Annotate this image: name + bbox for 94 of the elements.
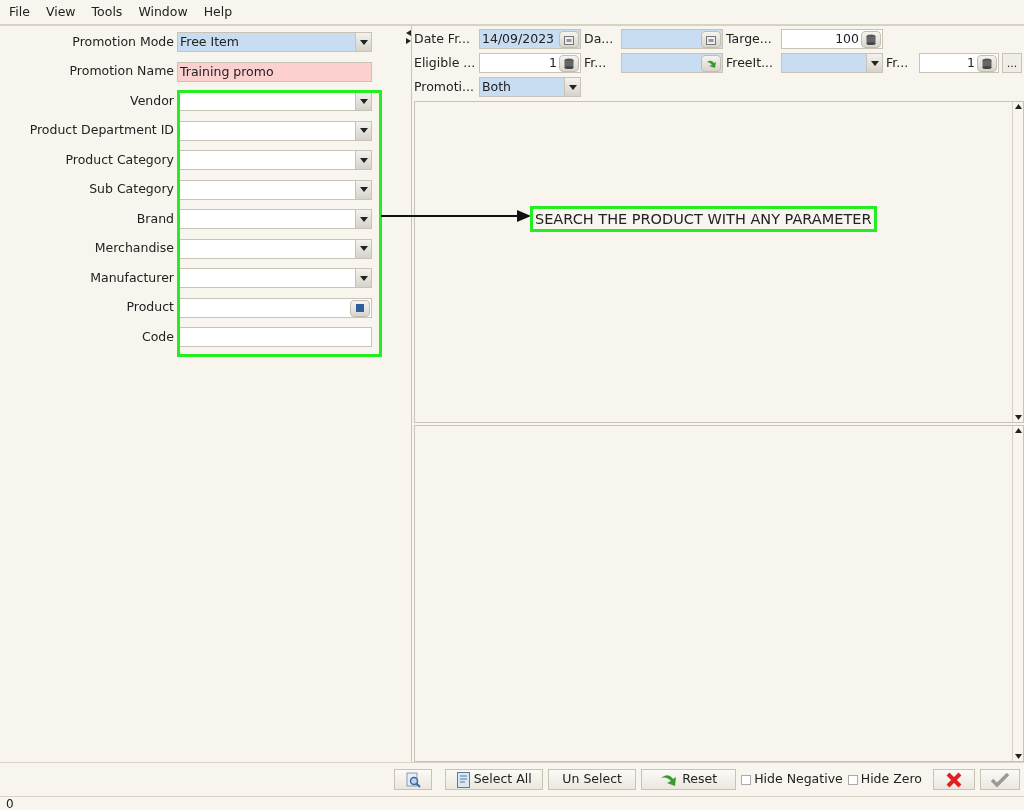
field-label: Fr... — [584, 53, 608, 72]
field-label: Product — [125, 298, 175, 317]
unselect-button[interactable]: Un Select — [548, 769, 637, 790]
menu-item[interactable]: File — [9, 2, 30, 22]
dropdown-button[interactable] — [355, 151, 371, 169]
input-field[interactable] — [621, 53, 723, 73]
field-label: Manufacturer — [89, 268, 175, 287]
caret-icon — [359, 98, 368, 104]
close-icon — [946, 771, 962, 788]
caret-icon — [870, 60, 879, 66]
menu-item[interactable]: View — [45, 2, 76, 22]
input-field[interactable]: 1 — [919, 53, 999, 73]
caret-icon — [568, 84, 577, 90]
field-label: Targe... — [726, 29, 773, 48]
scroll-down-icon — [1014, 754, 1022, 759]
more-button[interactable]: ... — [1002, 53, 1022, 73]
menu-item[interactable]: Help — [203, 2, 233, 22]
scrollbar[interactable] — [1012, 426, 1023, 761]
input-field[interactable] — [177, 209, 372, 229]
input-field[interactable] — [177, 179, 372, 200]
dropdown-button[interactable] — [355, 269, 371, 287]
caret-icon — [359, 187, 368, 192]
zoom-button[interactable] — [394, 769, 433, 790]
caret-icon — [359, 246, 368, 251]
input-field[interactable]: 14/09/2023 — [479, 29, 581, 49]
dropdown-button[interactable] — [355, 180, 371, 199]
field-label: Date Fr... — [414, 29, 472, 48]
field-button[interactable] — [701, 55, 721, 72]
field-button[interactable] — [701, 31, 721, 48]
field-button[interactable] — [861, 31, 881, 48]
field-button[interactable] — [977, 55, 997, 72]
status-text: 0 — [6, 797, 14, 810]
field-label: Promoti... — [414, 77, 475, 96]
cancel-button[interactable] — [933, 769, 975, 790]
scroll-down-icon — [1014, 415, 1022, 420]
dropdown-button[interactable] — [355, 121, 371, 140]
input-field[interactable]: Both — [479, 77, 581, 97]
caret-icon — [359, 216, 368, 222]
field-label: FreeIt... — [726, 53, 775, 72]
input-field[interactable] — [177, 238, 372, 259]
scroll-up-icon — [1014, 428, 1022, 433]
dropdown-button[interactable] — [866, 54, 882, 72]
input-field[interactable] — [177, 327, 372, 347]
input-field[interactable] — [781, 53, 883, 73]
dropdown-button[interactable] — [564, 78, 580, 96]
field-label: Code — [141, 327, 175, 346]
magnifier-icon — [405, 771, 422, 788]
field-label: Da... — [584, 29, 615, 48]
input-field[interactable] — [177, 150, 372, 170]
curved-arrow-icon — [705, 58, 717, 69]
field-label: Product Department ID — [28, 121, 175, 140]
scroll-up-icon — [1014, 104, 1022, 109]
caret-icon — [359, 128, 368, 133]
select-all-button[interactable]: Select All — [445, 769, 544, 790]
scrollbar[interactable] — [1012, 102, 1023, 422]
calendar-icon — [706, 34, 716, 45]
reset-button[interactable]: Reset — [641, 769, 737, 790]
dropdown-button[interactable] — [355, 33, 371, 51]
field-label: Fr... — [886, 53, 910, 72]
input-field[interactable]: 1 — [479, 53, 581, 73]
menu-item[interactable]: Window — [138, 2, 188, 22]
input-field[interactable] — [177, 297, 372, 318]
field-label: Promotion Mode — [71, 32, 175, 51]
checkmark-icon — [991, 772, 1009, 787]
caret-icon — [359, 157, 368, 163]
checkbox[interactable]: Hide Negative — [741, 770, 843, 789]
input-field[interactable] — [621, 29, 723, 49]
field-label: Merchandise — [93, 239, 175, 258]
input-field[interactable]: Training promo — [177, 61, 372, 82]
field-button[interactable] — [350, 299, 370, 317]
calendar-icon — [564, 34, 574, 45]
callout-label: SEARCH THE PRODUCT WITH ANY PARAMETER — [530, 206, 877, 232]
input-field[interactable] — [177, 268, 372, 288]
field-button[interactable] — [559, 31, 579, 48]
square-icon — [356, 304, 364, 312]
field-label: Product Category — [64, 150, 175, 169]
input-field[interactable] — [177, 120, 372, 141]
curved-arrow-icon — [660, 772, 679, 787]
checkbox[interactable]: Hide Zero — [847, 770, 922, 789]
caret-icon — [359, 39, 368, 45]
field-button[interactable] — [559, 55, 579, 72]
field-label: Promotion Name — [68, 62, 175, 81]
collapse-arrows-icon — [406, 30, 411, 44]
document-icon — [456, 771, 470, 788]
input-field[interactable]: 100 — [781, 29, 883, 49]
dropdown-button[interactable] — [355, 210, 371, 228]
menu-item[interactable]: Tools — [91, 2, 123, 22]
dropdown-button[interactable] — [355, 239, 371, 258]
field-label: Eligible ... — [414, 53, 476, 72]
field-label: Vendor — [129, 91, 175, 110]
input-field[interactable]: Free Item — [177, 32, 372, 52]
caret-icon — [359, 275, 368, 281]
field-label: Brand — [135, 209, 175, 228]
field-label: Sub Category — [88, 180, 175, 199]
